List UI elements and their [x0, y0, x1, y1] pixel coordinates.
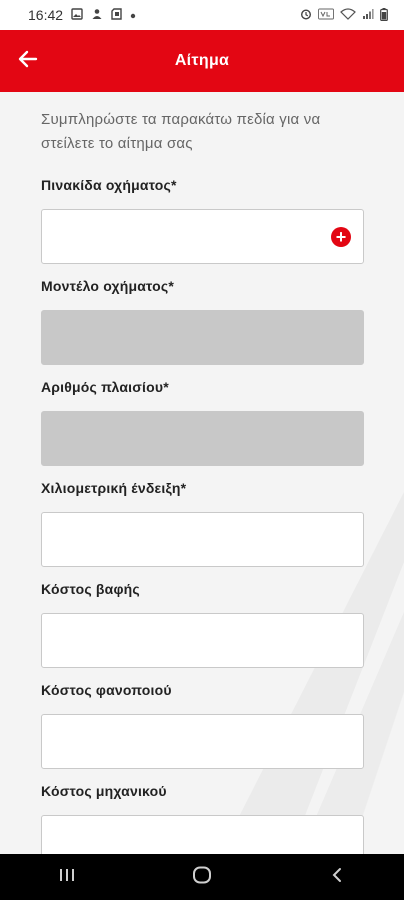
sd-card-icon — [111, 8, 122, 22]
field-label: Κόστος βαφής — [41, 581, 140, 597]
system-nav-bar — [0, 854, 404, 900]
signal-icon — [362, 8, 374, 22]
field-label: Μοντέλο οχήματος* — [41, 278, 174, 294]
home-button[interactable] — [172, 857, 232, 897]
paint-cost-input[interactable] — [41, 613, 364, 668]
field-chassis-number: Αριθμός πλαισίου* — [41, 379, 364, 466]
field-paint-cost: Κόστος βαφής — [41, 581, 364, 668]
license-plate-input[interactable]: + — [41, 209, 364, 264]
request-form: Συμπληρώστε τα παρακάτω πεδία για να στε… — [41, 92, 364, 854]
field-label: Κόστος μηχανικού — [41, 783, 167, 799]
recent-apps-button[interactable] — [37, 857, 97, 897]
system-back-button[interactable] — [307, 857, 367, 897]
person-icon — [91, 8, 103, 22]
battery-icon — [380, 7, 388, 23]
form-screen[interactable]: Συμπληρώστε τα παρακάτω πεδία για να στε… — [0, 92, 404, 854]
field-label: Κόστος φανοποιού — [41, 682, 172, 698]
vehicle-model-input — [41, 310, 364, 365]
field-license-plate: Πινακίδα οχήματος* + — [41, 177, 364, 264]
volte-icon — [318, 8, 334, 22]
gallery-icon — [71, 8, 83, 22]
field-mechanic-cost: Κόστος μηχανικού — [41, 783, 364, 854]
plus-circle-icon[interactable]: + — [331, 227, 351, 247]
dot-icon — [130, 9, 136, 21]
field-vehicle-model: Μοντέλο οχήματος* — [41, 278, 364, 365]
field-label: Πινακίδα οχήματος* — [41, 177, 177, 193]
field-mileage: Χιλιομετρική ένδειξη* — [41, 480, 364, 567]
field-label: Αριθμός πλαισίου* — [41, 379, 169, 395]
status-bar: 16:42 — [0, 0, 404, 30]
alarm-icon — [300, 8, 312, 22]
back-icon — [331, 867, 343, 888]
bodywork-cost-input[interactable] — [41, 714, 364, 769]
form-intro: Συμπληρώστε τα παρακάτω πεδία για να στε… — [41, 111, 321, 152]
home-icon — [192, 866, 212, 889]
page-title: Αίτημα — [174, 52, 230, 69]
mileage-input[interactable] — [41, 512, 364, 567]
wifi-icon — [340, 8, 356, 22]
arrow-left-icon — [18, 50, 38, 73]
status-time: 16:42 — [28, 7, 64, 23]
recent-apps-icon — [59, 868, 75, 887]
back-button[interactable] — [14, 47, 42, 75]
status-right — [300, 7, 388, 23]
field-bodywork-cost: Κόστος φανοποιού — [41, 682, 364, 769]
app-bar: Αίτημα — [0, 30, 404, 92]
mechanic-cost-input[interactable] — [41, 815, 364, 854]
field-label: Χιλιομετρική ένδειξη* — [41, 480, 187, 496]
status-left: 16:42 — [28, 7, 136, 23]
chassis-number-input — [41, 411, 364, 466]
